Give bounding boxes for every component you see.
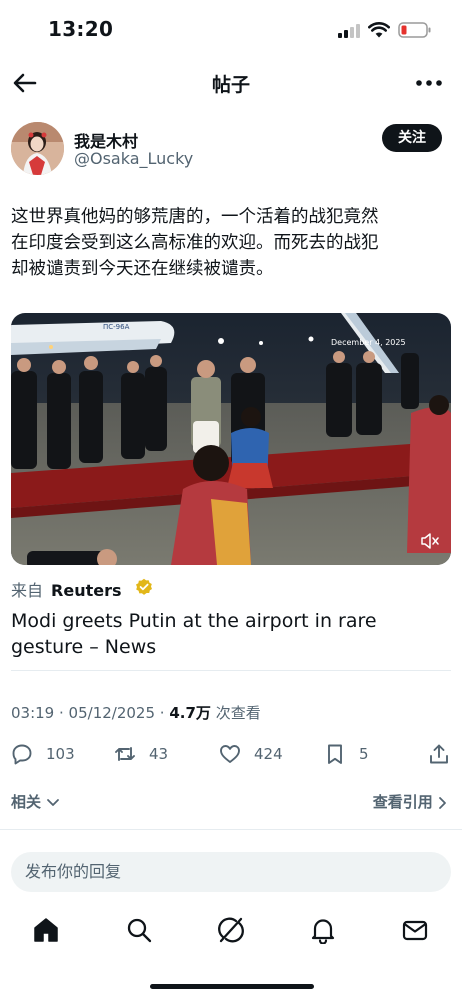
reply-count: 103 (46, 745, 75, 763)
link-card-source: 来自 Reuters (11, 577, 152, 600)
tweet-video[interactable]: ПС-96А December 4, 2025 (11, 313, 451, 565)
divider (0, 829, 462, 830)
view-count: 4.7万 (169, 704, 211, 722)
reply-icon (12, 744, 32, 765)
video-frame: ПС-96А December 4, 2025 (11, 313, 451, 565)
cellular-signal-icon (338, 24, 360, 38)
chevron-right-icon (439, 796, 446, 809)
bookmark-icon (328, 744, 342, 764)
tweet-date: 05/12/2025 (68, 704, 156, 722)
verified-badge-icon (136, 578, 152, 595)
heart-icon (220, 745, 240, 763)
mute-icon[interactable] (421, 533, 439, 549)
battery-icon (398, 22, 431, 38)
messages-icon[interactable] (401, 916, 429, 944)
view-label: 次查看 (215, 704, 261, 722)
tweet-text-line: 在印度会受到这么高标准的欢迎。而死去的战犯 (11, 233, 379, 253)
source-name[interactable]: Reuters (51, 581, 121, 600)
bottom-tab-bar (0, 910, 462, 956)
author-handle[interactable]: @Osaka_Lucky (74, 149, 193, 168)
home-indicator (150, 984, 314, 989)
reply-button[interactable]: 103 (11, 740, 75, 768)
top-nav: 帖子 (0, 58, 462, 106)
status-time: 13:20 (48, 17, 114, 41)
notifications-bell-icon[interactable] (309, 916, 337, 944)
bookmark-button[interactable]: 5 (324, 740, 369, 768)
tweet-text-line: 这世界真他妈的够荒唐的，一个活着的战犯竟然 (11, 207, 379, 227)
tweet-text-line: 却被谴责到今天还在继续被谴责。 (11, 259, 274, 279)
author-row: 我是木村 @Osaka_Lucky 关注 (0, 118, 462, 180)
like-count: 424 (254, 745, 283, 763)
more-horizontal-icon[interactable] (414, 74, 444, 92)
status-bar: 13:20 (0, 0, 462, 58)
chevron-down-icon (47, 798, 60, 806)
related-link[interactable]: 相关 (11, 791, 60, 812)
reply-input[interactable]: 发布你的回复 (11, 852, 451, 892)
grok-icon[interactable] (217, 916, 245, 944)
view-quotes-label: 查看引用 (372, 793, 433, 811)
home-icon[interactable] (32, 916, 60, 944)
share-icon (430, 744, 448, 764)
like-button[interactable]: 424 (219, 740, 283, 768)
divider (11, 670, 451, 671)
avatar[interactable] (11, 122, 64, 175)
plane-label: ПС-96А (103, 323, 130, 331)
repost-count: 43 (149, 745, 169, 763)
follow-button[interactable]: 关注 (382, 124, 442, 152)
repost-icon (115, 747, 135, 761)
action-bar: 103 43 424 5 (0, 740, 462, 770)
related-label: 相关 (11, 793, 42, 811)
video-date-overlay: December 4, 2025 (331, 338, 406, 347)
page-title: 帖子 (211, 74, 250, 96)
view-quotes-link[interactable]: 查看引用 (373, 791, 448, 812)
tweet-meta: 03:19 · 05/12/2025 · 4.7万 次查看 (11, 704, 261, 722)
tweet-time: 03:19 (11, 704, 55, 722)
search-icon[interactable] (125, 916, 153, 944)
share-button[interactable] (428, 740, 450, 768)
bookmark-count: 5 (359, 745, 369, 763)
tweet-text: 这世界真他妈的够荒唐的，一个活着的战犯竟然 在印度会受到这么高标准的欢迎。而死去… (11, 204, 451, 282)
source-prefix: 来自 (11, 581, 44, 600)
repost-button[interactable]: 43 (114, 740, 168, 768)
link-card-headline[interactable]: Modi greets Putin at the airport in rare… (11, 608, 451, 660)
wifi-icon (368, 22, 390, 38)
